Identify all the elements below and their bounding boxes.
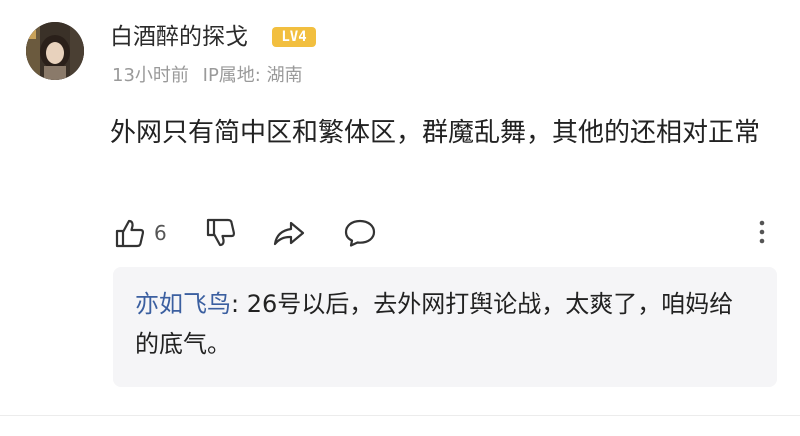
thumbs-down-icon <box>206 218 236 247</box>
share-icon <box>273 221 305 246</box>
ip-location: IP属地: 湖南 <box>202 65 303 86</box>
more-icon <box>759 220 765 244</box>
reply-preview[interactable]: 亦如飞鸟: 26号以后，去外网打舆论战，太爽了，咱妈给的底气。 <box>113 267 777 387</box>
divider <box>0 415 800 416</box>
comment-time: 13小时前 <box>112 65 189 86</box>
thumbs-up-icon <box>115 219 145 248</box>
like-count: 6 <box>154 221 167 245</box>
share-button[interactable] <box>272 216 306 250</box>
avatar-image <box>26 22 84 80</box>
dislike-button[interactable] <box>205 216 237 250</box>
like-button[interactable]: 6 <box>114 216 167 250</box>
username[interactable]: 白酒醉的探戈 <box>110 21 248 53</box>
comment-meta: 13小时前 IP属地: 湖南 <box>112 63 303 89</box>
reply-author[interactable]: 亦如飞鸟 <box>135 290 231 318</box>
comment-content: 外网只有简中区和繁体区，群魔乱舞，其他的还相对正常 <box>110 118 761 148</box>
reply-button[interactable] <box>343 216 377 250</box>
more-options-button[interactable] <box>754 214 770 250</box>
comment-icon <box>344 219 376 247</box>
avatar[interactable] <box>26 22 84 80</box>
level-badge: LV4 <box>272 27 316 47</box>
